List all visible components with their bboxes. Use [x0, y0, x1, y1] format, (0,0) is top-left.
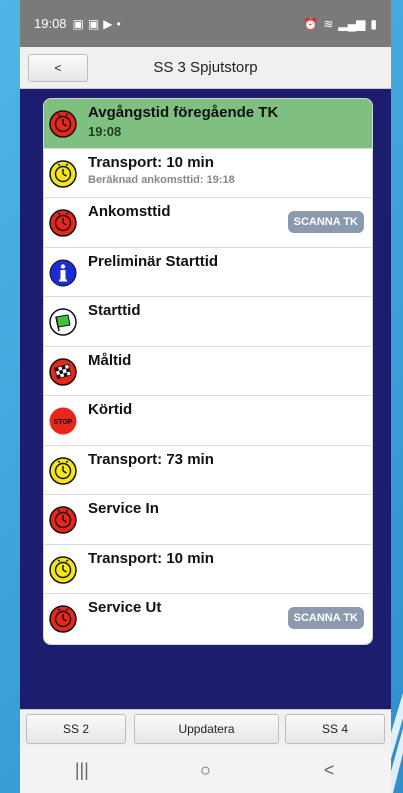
stop-icon: STOP: [49, 407, 77, 435]
list-item[interactable]: Avgångstid föregående TK 19:08: [44, 99, 372, 149]
list-item[interactable]: Transport: 10 min: [44, 545, 372, 594]
list-item[interactable]: Transport: 10 min Beräknad ankomsttid: 19…: [44, 149, 372, 198]
list-item[interactable]: Transport: 73 min: [44, 446, 372, 495]
list-item[interactable]: Måltid: [44, 347, 372, 396]
yellow-clock-icon: [49, 159, 77, 188]
red-clock-icon: [49, 110, 77, 138]
red-clock-icon: [49, 605, 77, 633]
wifi-icon: ≋: [323, 16, 334, 31]
item-title: Körtid: [88, 401, 133, 418]
item-title: Måltid: [88, 351, 132, 369]
back-button[interactable]: <: [28, 53, 88, 82]
item-subtitle: Beräknad ankomsttid: 19:18: [88, 173, 235, 186]
list-item[interactable]: Starttid: [44, 297, 372, 347]
info-icon: [49, 259, 77, 286]
main-area: Avgångstid föregående TK 19:08 Transport:…: [20, 89, 391, 689]
item-subtitle: 19:08: [88, 124, 122, 139]
android-nav-bar: ||| ○ <: [20, 747, 391, 793]
item-title: Avgångstid föregående TK: [88, 104, 279, 121]
scan-tk-button[interactable]: SCANNA TK: [287, 211, 364, 233]
green-flag-icon: [49, 308, 77, 336]
list-item[interactable]: STOP Körtid: [44, 396, 372, 446]
red-clock-icon: [49, 506, 77, 534]
gallery-icon: ▣: [72, 16, 84, 31]
list-item[interactable]: Ankomsttid SCANNA TK: [44, 198, 372, 248]
item-title: Transport: 73 min: [88, 450, 214, 468]
home-icon[interactable]: ○: [185, 760, 225, 781]
scan-tk-button[interactable]: SCANNA TK: [287, 607, 364, 629]
status-bar: 19:08 ▣ ▣ ▶ • ⏰ ≋ ▂▄▆ ▮: [20, 0, 391, 47]
status-time: 19:08: [34, 16, 67, 31]
title-bar: < SS 3 Spjutstorp: [20, 47, 391, 89]
next-stage-button[interactable]: SS 4: [285, 713, 385, 744]
item-title: Transport: 10 min: [88, 153, 214, 171]
control-list: Avgångstid föregående TK 19:08 Transport:…: [43, 98, 373, 645]
status-right: ⏰ ≋ ▂▄▆ ▮: [303, 17, 377, 31]
battery-icon: ▮: [370, 16, 377, 31]
list-item[interactable]: Preliminär Starttid: [44, 248, 372, 297]
svg-text:STOP: STOP: [54, 419, 73, 426]
page-title: SS 3 Spjutstorp: [153, 59, 258, 76]
gallery-icon: ▣: [87, 16, 100, 31]
item-title: Transport: 10 min: [88, 549, 214, 567]
update-button[interactable]: Uppdatera: [134, 713, 279, 744]
back-nav-icon[interactable]: <: [309, 760, 349, 781]
red-clock-icon: [49, 209, 77, 237]
item-title: Starttid: [88, 302, 141, 319]
prev-stage-button[interactable]: SS 2: [26, 713, 126, 744]
dot-icon: •: [116, 16, 121, 31]
recent-apps-icon[interactable]: |||: [62, 760, 102, 781]
signal-icon: ▂▄▆: [338, 16, 366, 31]
youtube-icon: ▶: [103, 16, 113, 31]
yellow-clock-icon: [49, 555, 77, 584]
list-item[interactable]: Service Ut SCANNA TK: [44, 594, 372, 644]
phone-screen: 19:08 ▣ ▣ ▶ • ⏰ ≋ ▂▄▆ ▮ < SS 3 Spjutstor…: [20, 0, 391, 793]
bottom-toolbar: SS 2 Uppdatera SS 4: [20, 709, 391, 747]
item-title: Service In: [88, 500, 159, 517]
yellow-clock-icon: [49, 456, 77, 485]
alarm-icon: ⏰: [303, 16, 319, 31]
list-item[interactable]: Service In: [44, 495, 372, 545]
checkered-flag-icon: [49, 357, 77, 386]
item-title: Preliminär Starttid: [88, 252, 219, 270]
